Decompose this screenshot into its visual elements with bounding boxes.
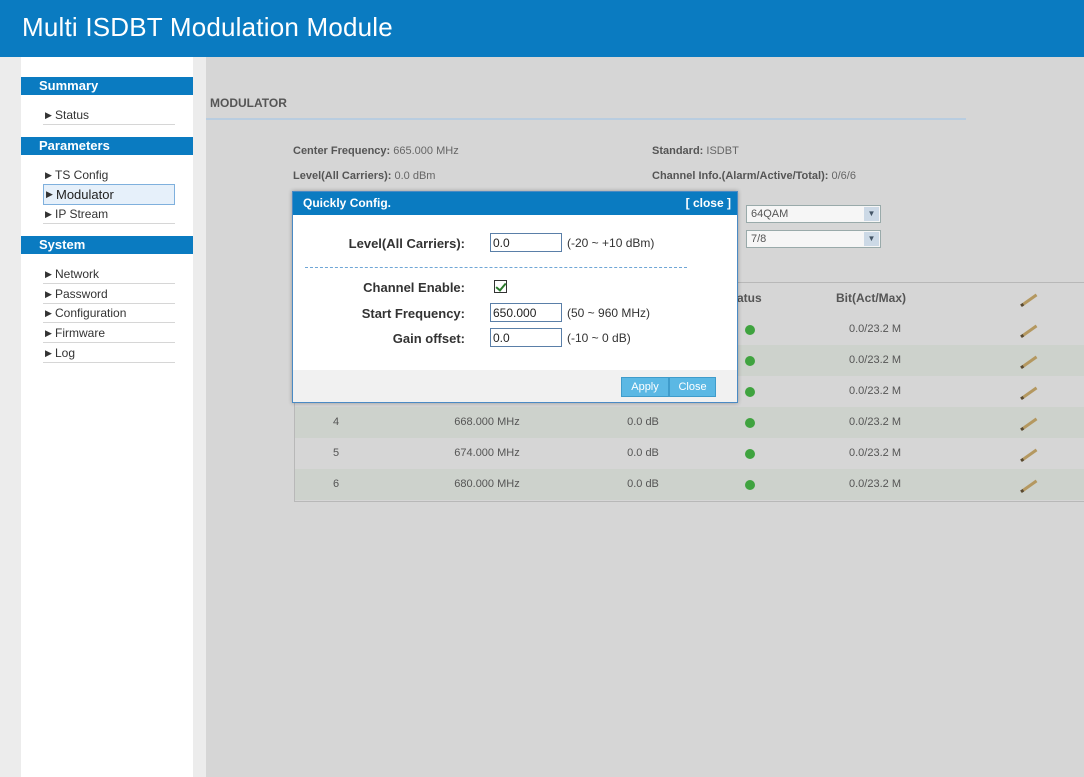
triangle-right-icon: ▶ (46, 189, 53, 199)
triangle-right-icon: ▶ (45, 348, 52, 358)
app-header: Multi ISDBT Modulation Module (0, 0, 1084, 57)
gain-offset-range: (-10 ~ 0 dB) (567, 331, 631, 345)
sidebar-item-ts-config[interactable]: ▶ TS Config (43, 166, 175, 185)
sidebar-heading-system: System (21, 236, 193, 254)
edit-icon[interactable] (1022, 324, 1038, 337)
sidebar-item-label: Firmware (55, 326, 105, 340)
sidebar-item-label: Configuration (55, 306, 127, 320)
status-ok-icon (745, 325, 755, 335)
channel-info: Channel Info.(Alarm/Active/Total): 0/6/6 (652, 170, 856, 182)
dialog-title: Quickly Config. (303, 196, 392, 210)
start-frequency-label: Start Frequency: (361, 306, 465, 321)
sidebar-heading-parameters: Parameters (21, 137, 193, 155)
sidebar-item-label: TS Config (55, 168, 109, 182)
dialog-divider (305, 267, 687, 268)
level-range: (-20 ~ +10 dBm) (567, 236, 655, 250)
triangle-right-icon: ▶ (45, 289, 52, 299)
sidebar-item-label: Password (55, 287, 108, 301)
level-label: Level(All Carriers): (348, 236, 465, 251)
app-title: Multi ISDBT Modulation Module (22, 12, 393, 42)
edit-icon[interactable] (1022, 448, 1038, 461)
edit-icon[interactable] (1022, 386, 1038, 399)
sidebar-item-status[interactable]: ▶ Status (43, 106, 175, 125)
title-divider (206, 118, 966, 120)
edit-icon[interactable] (1022, 355, 1038, 368)
triangle-right-icon: ▶ (45, 269, 52, 279)
sidebar-heading-summary: Summary (21, 77, 193, 95)
close-button[interactable]: Close (669, 377, 716, 397)
constellation-select[interactable]: 64QAM ▼ (746, 205, 881, 223)
column-header-bit: Bit(Act/Max) (836, 291, 907, 305)
dialog-header: Quickly Config. [ close ] (293, 192, 737, 215)
sidebar-item-label: Log (55, 346, 76, 360)
apply-button[interactable]: Apply (621, 377, 669, 397)
gain-offset-label: Gain offset: (392, 331, 465, 346)
edit-all-icon[interactable] (1022, 293, 1038, 306)
center-frequency-info: Center Frequency: 665.000 MHz (293, 145, 459, 157)
triangle-right-icon: ▶ (45, 170, 52, 180)
dialog-footer: Apply Close (293, 370, 737, 402)
gain-offset-input[interactable] (490, 328, 562, 347)
sidebar-item-log[interactable]: ▶ Log (43, 344, 175, 363)
triangle-right-icon: ▶ (45, 110, 52, 120)
sidebar-item-configuration[interactable]: ▶ Configuration (43, 304, 175, 323)
status-ok-icon (745, 418, 755, 428)
edit-icon[interactable] (1022, 479, 1038, 492)
status-ok-icon (745, 387, 755, 397)
sidebar-item-modulator[interactable]: ▶ Modulator (43, 184, 175, 205)
edit-icon[interactable] (1022, 417, 1038, 430)
table-row: 6 680.000 MHz 0.0 dB 0.0/23.2 M (295, 469, 1084, 500)
status-ok-icon (745, 480, 755, 490)
status-ok-icon (745, 449, 755, 459)
start-frequency-input[interactable] (490, 303, 562, 322)
chevron-down-icon: ▼ (864, 207, 879, 221)
level-input[interactable] (490, 233, 562, 252)
dialog-close-link[interactable]: [ close ] (686, 192, 731, 215)
status-ok-icon (745, 356, 755, 366)
channel-enable-checkbox[interactable] (494, 280, 507, 293)
sidebar-item-label: Modulator (56, 187, 114, 202)
table-row: 5 674.000 MHz 0.0 dB 0.0/23.2 M (295, 438, 1084, 469)
triangle-right-icon: ▶ (45, 209, 52, 219)
standard-info: Standard: ISDBT (652, 145, 739, 157)
page-title: MODULATOR (210, 96, 287, 110)
channel-enable-label: Channel Enable: (363, 280, 465, 295)
sidebar-item-password[interactable]: ▶ Password (43, 285, 175, 304)
table-row: 4 668.000 MHz 0.0 dB 0.0/23.2 M (295, 407, 1084, 438)
quick-config-dialog: Quickly Config. [ close ] Level(All Carr… (292, 191, 738, 403)
start-frequency-range: (50 ~ 960 MHz) (567, 306, 651, 320)
sidebar-item-label: IP Stream (55, 207, 109, 221)
sidebar-item-firmware[interactable]: ▶ Firmware (43, 324, 175, 343)
sidebar-item-network[interactable]: ▶ Network (43, 265, 175, 284)
chevron-down-icon: ▼ (864, 232, 879, 246)
sidebar-item-label: Network (55, 267, 100, 281)
code-rate-select[interactable]: 7/8 ▼ (746, 230, 881, 248)
sidebar-item-ip-stream[interactable]: ▶ IP Stream (43, 205, 175, 224)
triangle-right-icon: ▶ (45, 308, 52, 318)
level-info: Level(All Carriers): 0.0 dBm (293, 170, 436, 182)
sidebar-item-label: Status (55, 108, 90, 122)
triangle-right-icon: ▶ (45, 328, 52, 338)
sidebar: Summary ▶ Status Parameters ▶ TS Config … (21, 57, 193, 777)
